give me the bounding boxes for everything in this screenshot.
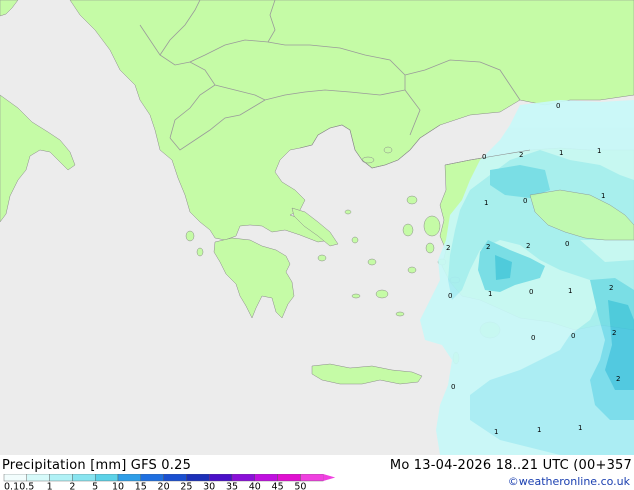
value-label: 0 <box>448 292 452 300</box>
color-scale-tick: 30 <box>203 482 215 490</box>
color-scale-arrow <box>323 474 336 481</box>
value-label: 2 <box>486 243 490 251</box>
color-scale-tick: 20 <box>158 482 170 490</box>
color-scale-tick: 25 <box>180 482 192 490</box>
color-scale-tick: 45 <box>272 482 284 490</box>
color-scale-swatch <box>254 474 278 482</box>
value-label: 1 <box>559 149 563 157</box>
color-scale-swatch <box>3 474 27 482</box>
value-label: 2 <box>616 375 620 383</box>
value-label: 1 <box>537 426 541 434</box>
color-scale-tick: 0.5 <box>19 482 34 490</box>
color-scale-swatch <box>231 474 255 482</box>
value-label: 0 <box>531 334 535 342</box>
color-scale-tick: 10 <box>112 482 124 490</box>
valid-time: Mo 13-04-2026 18..21 UTC (00+357 <box>389 458 632 473</box>
value-label: 0 <box>482 153 486 161</box>
value-label: 0 <box>571 332 575 340</box>
color-scale-swatches <box>3 474 336 482</box>
value-label: 0 <box>529 288 533 296</box>
color-scale: 0.1 0.5 1 2 5 10 15 20 25 30 35 40 45 50 <box>3 474 336 490</box>
value-label: 2 <box>612 329 616 337</box>
value-label: 1 <box>568 287 572 295</box>
value-label: 0 <box>451 383 455 391</box>
color-scale-swatch <box>300 474 324 482</box>
color-scale-swatch <box>117 474 141 482</box>
value-label: 0 <box>556 102 560 110</box>
value-label: 1 <box>601 192 605 200</box>
color-scale-tick: 1 <box>47 482 53 490</box>
value-label: 0 <box>565 240 569 248</box>
value-label: 2 <box>609 284 613 292</box>
value-label: 2 <box>519 151 523 159</box>
color-scale-swatch <box>26 474 50 482</box>
value-label: 2 <box>446 244 450 252</box>
color-scale-swatch <box>94 474 119 482</box>
value-label: 1 <box>488 290 492 298</box>
map-title: Precipitation [mm] GFS 0.25 <box>2 458 192 473</box>
color-scale-tick: 40 <box>249 482 261 490</box>
value-label: 2 <box>526 242 530 250</box>
credit-text: ©weatheronline.co.uk <box>507 475 630 488</box>
color-scale-swatch <box>49 474 73 482</box>
value-label: 1 <box>578 424 582 432</box>
precipitation-map: 0 2 1 1 1 0 1 0 2 2 2 0 0 1 2 1 0 0 2 0 … <box>0 0 634 455</box>
color-scale-tick: 0.1 <box>4 482 19 490</box>
color-scale-swatch <box>208 474 233 482</box>
color-scale-swatch <box>277 474 301 482</box>
color-scale-swatch <box>72 474 96 482</box>
value-label: 0 <box>523 197 527 205</box>
color-scale-tick: 35 <box>226 482 238 490</box>
value-label: 1 <box>597 147 601 155</box>
color-scale-tick: 2 <box>69 482 75 490</box>
color-scale-swatch <box>186 474 210 482</box>
value-label: 1 <box>484 199 488 207</box>
color-scale-tick: 5 <box>92 482 98 490</box>
color-scale-swatch <box>140 474 164 482</box>
color-scale-swatch <box>163 474 187 482</box>
color-scale-tick: 50 <box>294 482 306 490</box>
color-scale-ticks: 0.1 0.5 1 2 5 10 15 20 25 30 35 40 45 50 <box>4 482 306 490</box>
color-scale-tick: 15 <box>135 482 147 490</box>
map-canvas: 0 2 1 1 1 0 1 0 2 2 2 0 0 1 2 1 0 0 2 0 … <box>0 0 634 455</box>
value-label: 1 <box>494 428 498 436</box>
map-footer: Precipitation [mm] GFS 0.25 Mo 13-04-202… <box>0 455 634 490</box>
